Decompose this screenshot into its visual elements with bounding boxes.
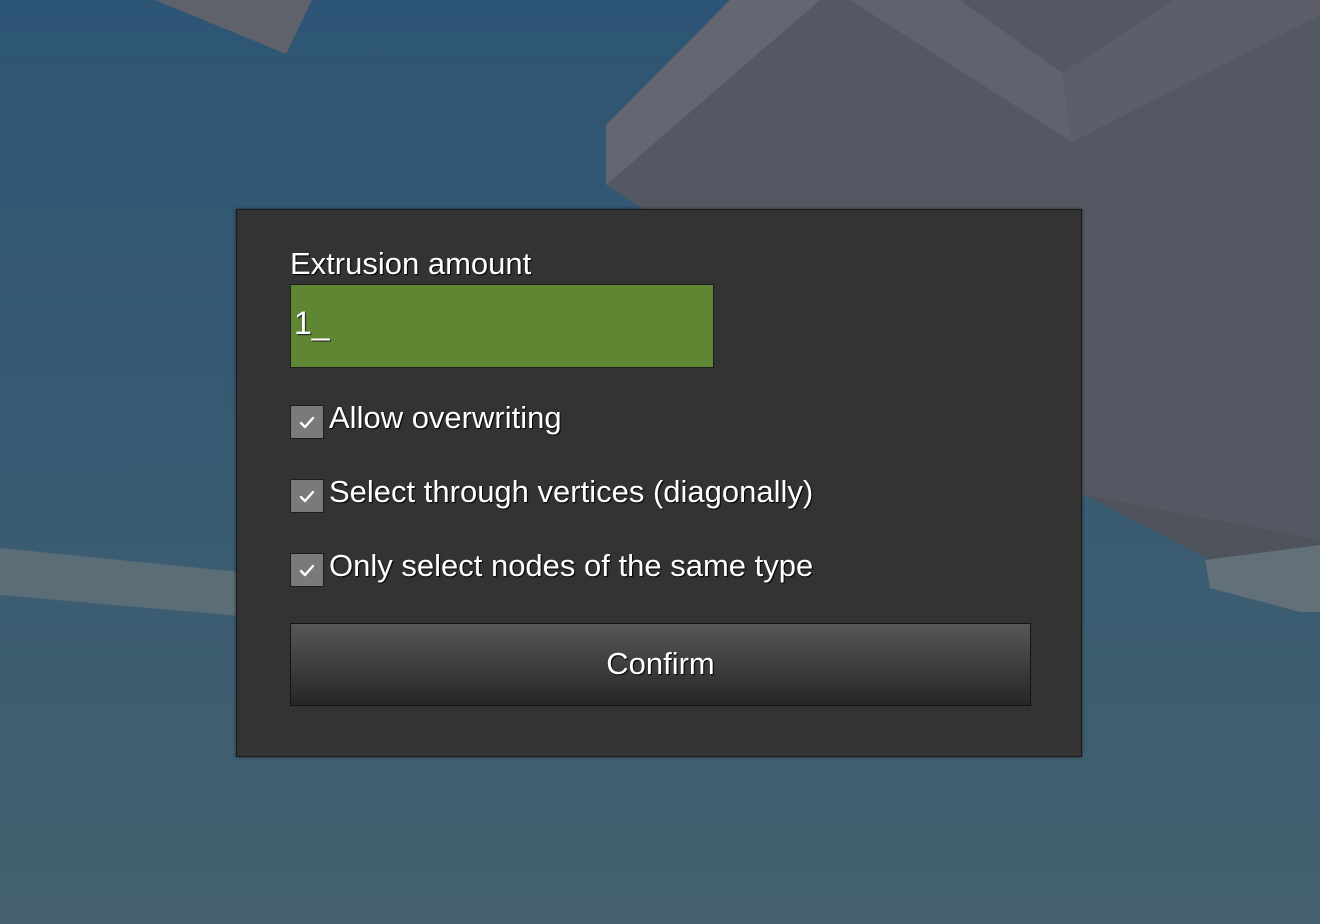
same-type-only-label[interactable]: Only select nodes of the same type	[329, 548, 813, 584]
allow-overwriting-label[interactable]: Allow overwriting	[329, 400, 562, 436]
extrusion-amount-value: 1_	[294, 305, 330, 341]
extrude-dialog: Extrusion amount 1_ Allow overwriting Se…	[236, 209, 1082, 757]
allow-overwriting-checkbox[interactable]	[290, 405, 324, 439]
select-through-vertices-label[interactable]: Select through vertices (diagonally)	[329, 474, 813, 510]
checkmark-icon	[299, 416, 315, 429]
select-through-vertices-checkbox[interactable]	[290, 479, 324, 513]
confirm-button[interactable]: Confirm	[290, 623, 1031, 706]
checkmark-icon	[299, 490, 315, 503]
extrusion-amount-input[interactable]: 1_	[290, 284, 714, 368]
confirm-button-label: Confirm	[606, 646, 715, 681]
extrusion-amount-label: Extrusion amount	[290, 246, 532, 281]
checkmark-icon	[299, 564, 315, 577]
same-type-only-checkbox[interactable]	[290, 553, 324, 587]
